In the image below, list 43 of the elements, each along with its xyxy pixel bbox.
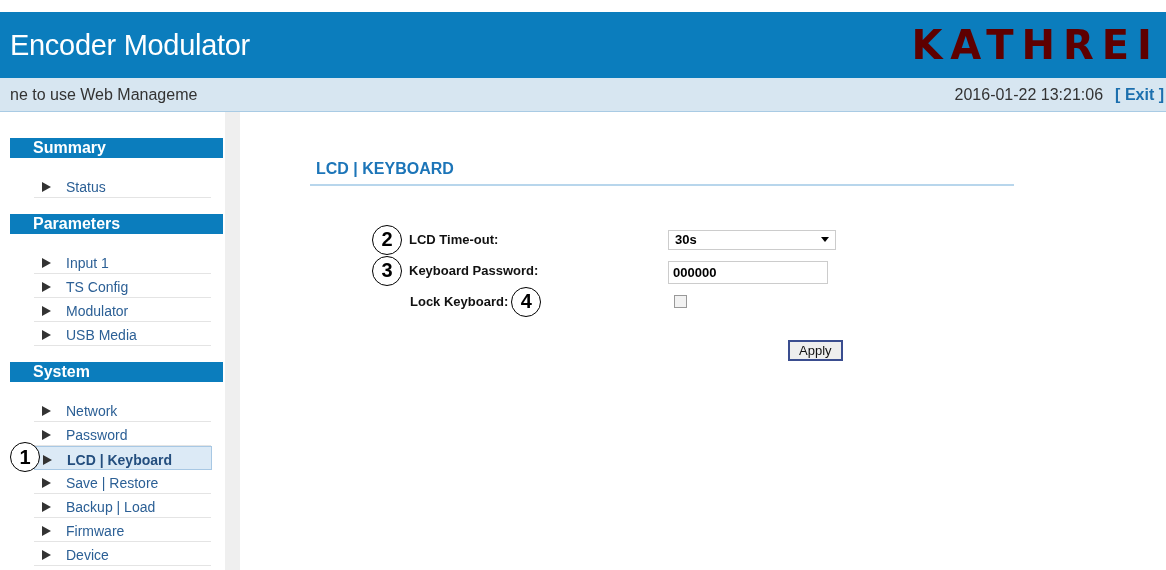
menu-item[interactable]: Input 1 <box>66 255 109 271</box>
menu-item[interactable]: Save | Restore <box>66 475 159 491</box>
triangle-icon <box>42 306 51 316</box>
menu-item[interactable]: Backup | Load <box>66 499 156 515</box>
apply-button[interactable]: Apply <box>788 340 843 361</box>
triangle-icon <box>42 550 51 560</box>
triangle-icon <box>42 258 51 268</box>
triangle-icon <box>42 502 51 512</box>
section-heading: Parameters <box>10 214 223 234</box>
field-label: LCD Time-out: <box>409 232 499 247</box>
exit-link[interactable]: [ Exit ] <box>1115 85 1164 104</box>
welcome-text: ne to use Web Manageme <box>10 85 198 104</box>
menu-item[interactable]: Device <box>66 547 109 563</box>
menu-item[interactable]: Status <box>66 179 106 195</box>
triangle-icon <box>42 282 51 292</box>
menu-item[interactable]: Password <box>66 427 128 443</box>
triangle-icon <box>43 455 52 465</box>
logo: KATHREI <box>911 25 1160 65</box>
callout-number: 1 <box>10 442 40 472</box>
dropdown[interactable]: 30s <box>668 229 836 250</box>
triangle-icon <box>42 406 51 416</box>
field-label: Lock Keyboard: <box>410 294 509 309</box>
caret-icon <box>821 237 829 242</box>
section-heading: Summary <box>10 138 223 158</box>
menu-item[interactable]: Firmware <box>66 523 125 539</box>
input-field[interactable]: 000000 <box>668 261 828 284</box>
callout-number: 3 <box>372 255 402 286</box>
date-time: 2016-01-22 13:21:06 <box>954 85 1104 104</box>
section-heading: System <box>10 362 223 382</box>
callout-number: 4 <box>511 286 542 317</box>
triangle-icon <box>42 526 51 536</box>
checkbox[interactable] <box>674 295 687 308</box>
triangle-icon <box>42 330 51 340</box>
app-title: Encoder Modulator <box>10 28 250 62</box>
triangle-icon <box>42 478 51 488</box>
menu-item[interactable]: Network <box>66 403 118 419</box>
menu-item[interactable]: TS Config <box>66 279 129 295</box>
field-label: Keyboard Password: <box>409 263 539 278</box>
menu-item[interactable]: USB Media <box>66 327 137 343</box>
page-title: LCD | KEYBOARD <box>310 112 1014 186</box>
callout-number: 2 <box>372 224 402 255</box>
triangle-icon <box>42 182 51 192</box>
menu-item[interactable]: Modulator <box>66 303 129 319</box>
